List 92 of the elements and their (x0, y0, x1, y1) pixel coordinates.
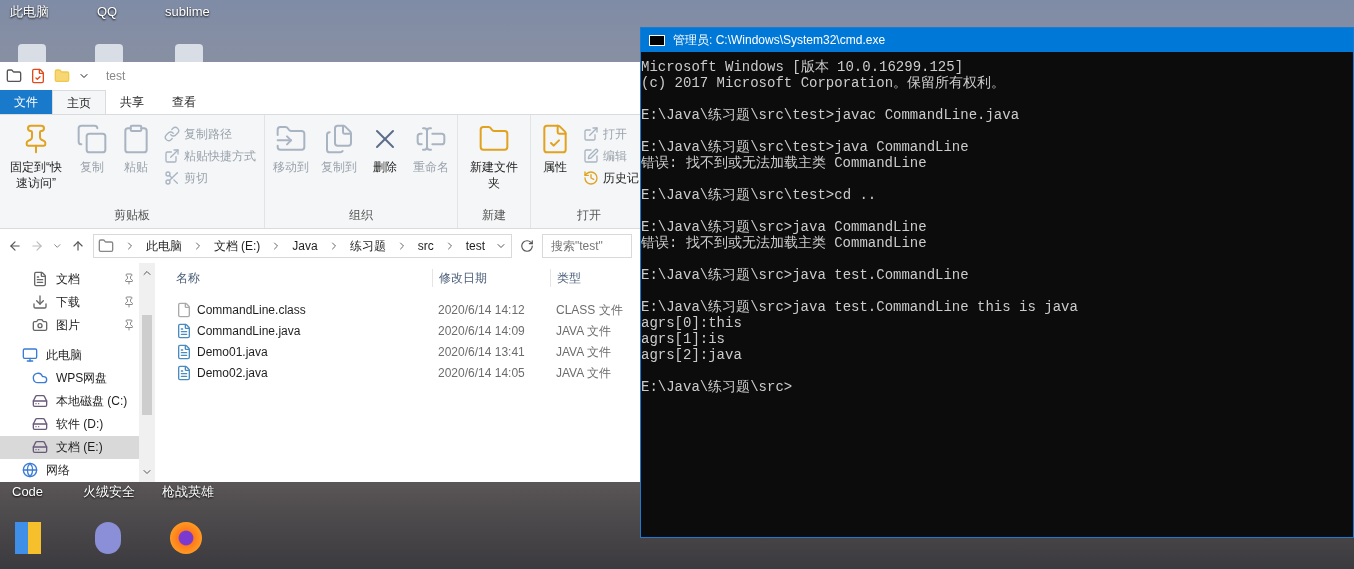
desktop-icon-label[interactable]: 枪战英雄 (162, 482, 214, 502)
nav-item[interactable]: 网络 (0, 458, 139, 482)
file-name[interactable]: CommandLine.class (197, 300, 306, 319)
nav-item[interactable]: WPS网盘 (0, 366, 139, 390)
console-line: (c) 2017 Microsoft Corporation。保留所有权利。 (641, 75, 1007, 91)
console-line: E:\Java\练习题\src>java test.CommandLine this is java (641, 299, 1079, 315)
up-icon[interactable] (70, 238, 85, 254)
file-icon (176, 301, 192, 318)
globe-icon (22, 462, 38, 479)
forward-icon[interactable] (30, 238, 45, 254)
copy-icon (76, 123, 108, 155)
ribbon-button[interactable]: 固定到“快速访问” (4, 119, 68, 206)
ribbon-button[interactable]: 删除 (365, 119, 405, 206)
ribbon-button[interactable]: 历史记 (579, 167, 640, 189)
file-name[interactable]: Demo02.java (197, 363, 268, 382)
console-line: 错误: 找不到或无法加载主类 CommandLine (641, 155, 928, 171)
text-file-icon (176, 364, 192, 381)
open-icon (583, 126, 599, 142)
breadcrumb-item[interactable]: test (465, 237, 485, 255)
nav-item[interactable]: 图片 (0, 313, 139, 337)
file-type: CLASS 文件 (555, 301, 624, 319)
ribbon-tab[interactable]: 共享 (106, 90, 158, 114)
console-line: E:\Java\练习题\src\test>javac CommandLine.java (641, 107, 1021, 123)
ribbon-tab[interactable]: 文件 (0, 90, 52, 114)
console-line: agrs[0]:this (641, 315, 743, 331)
ribbon-group-label: 组织 (348, 207, 374, 224)
console-line: agrs[1]:is (641, 331, 726, 347)
folder-icon (97, 238, 114, 254)
file-type: JAVA 文件 (555, 364, 612, 382)
text-file-icon (176, 343, 192, 360)
console-line: E:\Java\练习题\src\test>cd .. (641, 187, 878, 203)
console-line: E:\Java\练习题\src> (641, 379, 794, 395)
ribbon-button[interactable]: 新建文件夹 (462, 119, 526, 206)
console-line: E:\Java\练习题\src\test>java CommandLine (641, 139, 970, 155)
document-icon (32, 270, 48, 287)
breadcrumb-item[interactable]: 文档 (E:) (213, 237, 261, 255)
scissors-icon (164, 170, 180, 186)
file-date: 2020/6/14 14:05 (437, 364, 526, 382)
nav-item[interactable]: 本地磁盘 (C:) (0, 389, 139, 413)
edit-icon (583, 148, 599, 164)
console-line: 错误: 找不到或无法加载主类 CommandLine (641, 235, 928, 251)
nav-item[interactable]: 文档 (0, 267, 139, 291)
shortcut-icon (164, 148, 180, 164)
file-date: 2020/6/14 14:09 (437, 322, 526, 340)
file-type: JAVA 文件 (555, 322, 612, 340)
desktop-icon-label[interactable]: Code (12, 482, 44, 502)
console-line: E:\Java\练习题\src>java CommandLine (641, 219, 928, 235)
scrollbar[interactable] (139, 263, 155, 482)
file-date: 2020/6/14 14:12 (437, 301, 526, 319)
ribbon-tab[interactable]: 主页 (52, 90, 106, 114)
computer-icon (22, 347, 38, 364)
file-type: JAVA 文件 (555, 343, 612, 361)
window-title: test (106, 68, 126, 85)
breadcrumb-item[interactable]: src (417, 237, 434, 255)
properties-icon (30, 68, 46, 84)
breadcrumb-item[interactable]: 此电脑 (145, 237, 182, 255)
ribbon-button[interactable]: 属性 (535, 119, 575, 206)
refresh-icon[interactable] (520, 238, 534, 254)
desktop-icon-label[interactable]: 火绒安全 (83, 482, 135, 502)
text-file-icon (176, 322, 192, 339)
breadcrumb-item[interactable]: Java (292, 237, 318, 255)
drive-icon (32, 393, 48, 410)
folder-icon (6, 68, 22, 84)
nav-item[interactable]: 下载 (0, 290, 139, 314)
camera-icon (32, 316, 48, 333)
link-icon (164, 126, 180, 142)
file-date: 2020/6/14 13:41 (437, 343, 526, 361)
column-header[interactable]: 名称 (170, 269, 432, 287)
ribbon-group-label: 剪贴板 (113, 207, 151, 224)
drive-icon (32, 439, 48, 456)
ribbon-tab[interactable]: 查看 (158, 90, 210, 114)
ribbon-group-label: 新建 (481, 207, 507, 224)
file-name[interactable]: Demo01.java (197, 342, 268, 361)
file-name[interactable]: CommandLine.java (197, 321, 301, 340)
column-header[interactable]: 修改日期 (432, 269, 550, 287)
console-icon (649, 34, 665, 46)
download-icon (32, 293, 48, 310)
breadcrumb-item[interactable]: 练习题 (349, 237, 386, 255)
console-line: agrs[2]:java (641, 347, 743, 363)
console-line: Microsoft Windows [版本 10.0.16299.125] (641, 59, 965, 75)
search-field[interactable]: 搜索"test" (542, 234, 632, 258)
folder-icon (54, 68, 70, 84)
drive-icon (32, 416, 48, 433)
console-line: E:\Java\练习题\src>java test.CommandLine (641, 267, 970, 283)
nav-item[interactable]: 文档 (E:) (0, 435, 139, 459)
nav-item[interactable]: 此电脑 (0, 343, 139, 367)
files-icon (323, 123, 355, 155)
window-title: 管理员: C:\Windows\System32\cmd.exe (673, 32, 886, 49)
nav-item[interactable]: 软件 (D:) (0, 412, 139, 436)
address-bar[interactable]: 此电脑 文档 (E:) Java 练习题 src test (92, 234, 512, 258)
ribbon-group-label: 打开 (576, 207, 602, 224)
history-icon (583, 170, 599, 186)
